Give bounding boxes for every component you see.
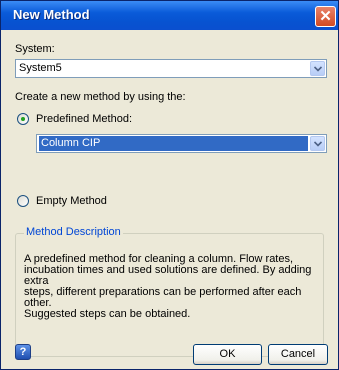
close-icon: ✕: [319, 8, 332, 25]
create-method-label: Create a new method by using the:: [15, 91, 186, 103]
predefined-method-radio[interactable]: [17, 113, 29, 125]
description-line: Suggested steps can be obtained.: [24, 308, 191, 320]
window-title: New Method: [13, 7, 90, 22]
predefined-method-value: Column CIP: [39, 136, 308, 151]
close-button[interactable]: ✕: [315, 6, 336, 27]
help-button[interactable]: ?: [15, 344, 31, 360]
empty-method-label[interactable]: Empty Method: [36, 195, 107, 207]
ok-button[interactable]: OK: [193, 344, 262, 365]
radio-selected-dot: [21, 117, 25, 121]
chevron-down-icon[interactable]: [310, 136, 325, 151]
predefined-method-label[interactable]: Predefined Method:: [36, 113, 132, 125]
system-value: System5: [19, 62, 62, 74]
method-description-title: Method Description: [24, 226, 123, 238]
new-method-dialog: New Method ✕ System: System5 Create a ne…: [0, 0, 339, 370]
cancel-button[interactable]: Cancel: [268, 344, 328, 365]
system-label: System:: [15, 43, 55, 55]
title-bar[interactable]: New Method ✕: [1, 1, 338, 30]
description-line: incubation times and used solutions are …: [24, 264, 312, 287]
system-dropdown[interactable]: System5: [15, 59, 327, 78]
chevron-down-icon[interactable]: [310, 61, 325, 76]
empty-method-radio[interactable]: [17, 195, 29, 207]
help-icon: ?: [19, 346, 27, 358]
description-line: steps, different preparations can be per…: [24, 286, 302, 309]
predefined-method-dropdown[interactable]: Column CIP: [36, 134, 327, 153]
method-description-group: Method Description A predefined method f…: [15, 226, 324, 357]
method-description-text: A predefined method for cleaning a colum…: [24, 254, 316, 320]
